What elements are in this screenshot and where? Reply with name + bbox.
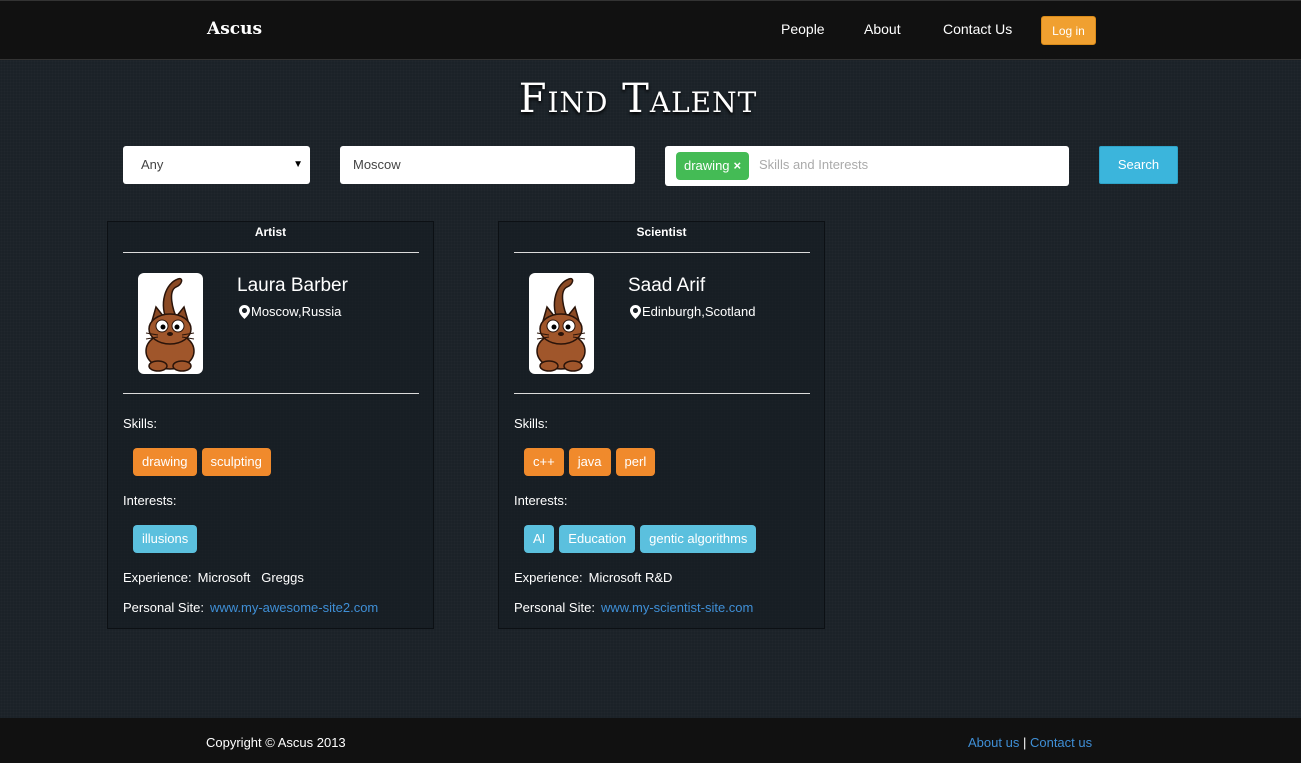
card-role-title: Scientist — [636, 225, 687, 239]
login-button[interactable]: Log in — [1041, 16, 1096, 45]
personal-site-row: Personal Site: www.my-awesome-site2.com — [123, 600, 378, 615]
skill-chip[interactable]: c++ — [524, 448, 564, 476]
skill-chip[interactable]: drawing — [133, 448, 197, 476]
footer-separator: | — [1022, 735, 1027, 750]
interest-chip[interactable]: illusions — [133, 525, 198, 553]
brand-logo[interactable]: Ascus — [207, 19, 262, 39]
personal-site-label: Personal Site: — [123, 600, 204, 615]
personal-site-row: Personal Site: www.my-scientist-site.com — [514, 600, 753, 615]
tags-placeholder: Skills and Interests — [759, 157, 869, 172]
skills-chips: c++ java perl — [524, 448, 656, 476]
top-navbar: Ascus People About Contact Us Log in — [0, 0, 1301, 60]
footer-contact-link[interactable]: Contact us — [1030, 735, 1092, 750]
footer: Copyright © Ascus 2013 About us | Contac… — [0, 718, 1301, 763]
interest-chip[interactable]: gentic algorithms — [640, 525, 757, 553]
personal-site-link[interactable]: www.my-scientist-site.com — [601, 600, 753, 615]
skill-chip[interactable]: sculpting — [201, 448, 271, 476]
page-title: Find Talent — [518, 76, 758, 122]
interests-chips: AI Education gentic algorithms — [524, 525, 757, 553]
tag-chip-drawing: drawing × — [676, 152, 750, 180]
footer-links: About us | Contact us — [968, 735, 1092, 750]
nav-contact-us[interactable]: Contact Us — [943, 21, 1012, 37]
experience-value: Microsoft R&D — [588, 570, 673, 585]
interest-chip[interactable]: Education — [559, 525, 636, 553]
experience-value: Microsoft Greggs — [197, 570, 304, 585]
nav-people[interactable]: People — [781, 21, 825, 37]
divider — [123, 252, 419, 253]
avatar[interactable] — [529, 273, 594, 374]
person-name[interactable]: Saad Arif — [628, 275, 705, 297]
tag-chip-label: drawing — [684, 158, 730, 173]
person-location: Edinburgh,Scotland — [630, 304, 755, 319]
experience-label: Experience: — [123, 570, 192, 585]
divider — [514, 252, 810, 253]
experience-row: Experience: Microsoft Greggs — [123, 570, 304, 585]
footer-about-link[interactable]: About us — [968, 735, 1019, 750]
skills-chips: drawing sculpting — [133, 448, 271, 476]
personal-site-link[interactable]: www.my-awesome-site2.com — [210, 600, 378, 615]
role-select-value: Any — [141, 157, 164, 172]
experience-row: Experience: Microsoft R&D — [514, 570, 672, 585]
cartoon-cat-avatar-icon — [145, 277, 195, 372]
caret-down-icon: ▼ — [293, 159, 303, 170]
interests-chips: illusions — [133, 525, 198, 553]
interests-label: Interests: — [514, 493, 568, 508]
interests-label: Interests: — [123, 493, 177, 508]
talent-card-laura-barber: Artist Laura Barber Moscow,Russia Skills… — [107, 221, 434, 629]
divider — [514, 393, 810, 394]
person-name[interactable]: Laura Barber — [237, 275, 348, 297]
tag-remove-icon[interactable]: × — [734, 158, 742, 173]
role-select[interactable]: Any ▼ — [123, 146, 310, 184]
nav-about[interactable]: About — [864, 21, 901, 37]
personal-site-label: Personal Site: — [514, 600, 595, 615]
talent-card-saad-arif: Scientist Saad Arif Edinburgh,Scotland S… — [498, 221, 825, 629]
location-text: Moscow,Russia — [251, 304, 342, 319]
location-input[interactable]: Moscow — [340, 146, 635, 184]
skills-label: Skills: — [123, 416, 157, 431]
interest-chip[interactable]: AI — [524, 525, 555, 553]
location-text: Edinburgh,Scotland — [642, 304, 756, 319]
copyright-text: Copyright © Ascus 2013 — [206, 735, 346, 750]
map-marker-icon — [239, 304, 250, 319]
person-location: Moscow,Russia — [239, 304, 341, 319]
skills-tags-input[interactable]: drawing × Skills and Interests — [665, 146, 1069, 186]
divider — [123, 393, 419, 394]
skill-chip[interactable]: perl — [615, 448, 656, 476]
cartoon-cat-avatar-icon — [536, 277, 586, 372]
skill-chip[interactable]: java — [568, 448, 611, 476]
avatar[interactable] — [138, 273, 203, 374]
search-button[interactable]: Search — [1099, 146, 1178, 184]
skills-label: Skills: — [514, 416, 548, 431]
map-marker-icon — [630, 304, 641, 319]
experience-label: Experience: — [514, 570, 583, 585]
card-role-title: Artist — [254, 225, 287, 239]
